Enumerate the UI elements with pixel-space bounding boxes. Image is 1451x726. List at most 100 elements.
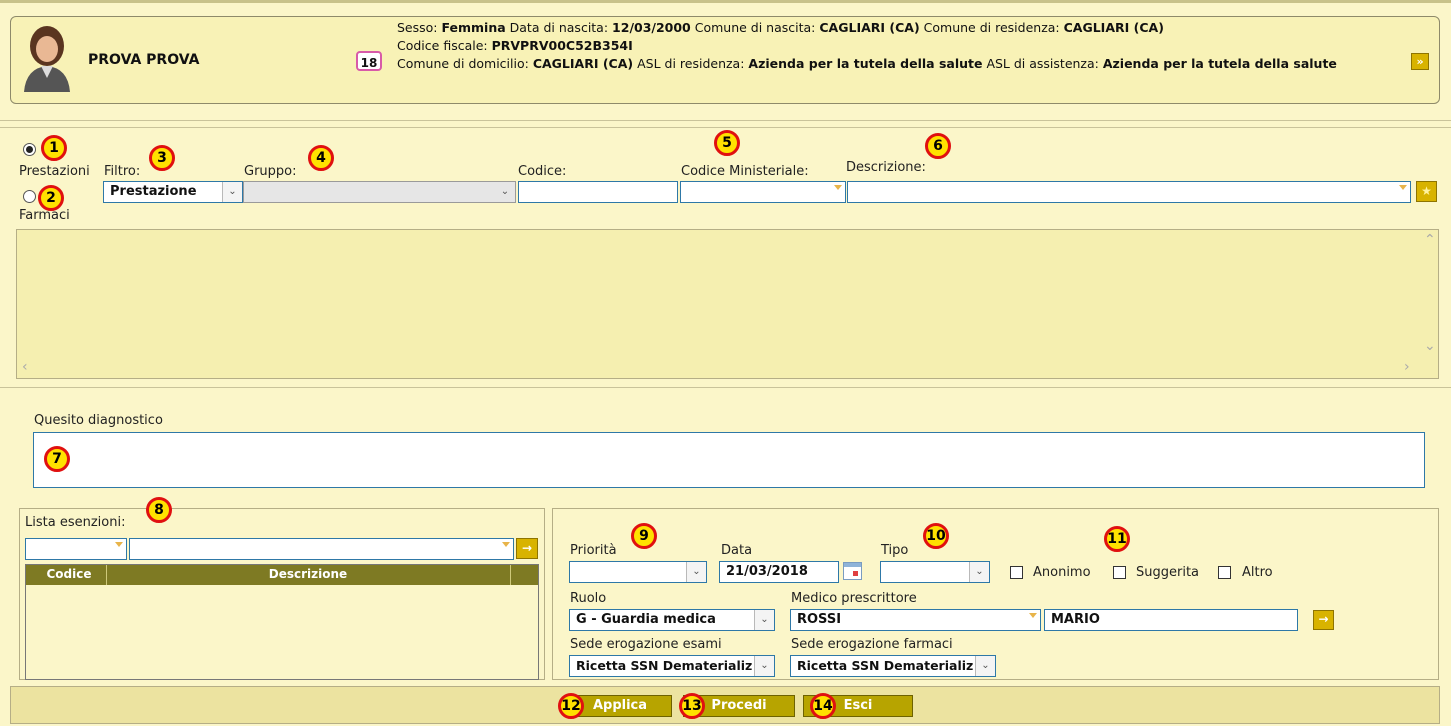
patient-name: PROVA PROVA	[88, 52, 200, 68]
codice-ministeriale-input[interactable]	[680, 181, 846, 203]
cf-value: PRVPRV00C52B354I	[491, 38, 633, 53]
calendar-icon[interactable]	[843, 562, 862, 580]
annotation-badge-12: 12	[558, 693, 584, 719]
data-label: Data	[721, 543, 753, 558]
quesito-textarea[interactable]	[33, 432, 1425, 488]
ruolo-label: Ruolo	[570, 591, 607, 606]
asl-res-label: ASL di residenza:	[633, 56, 749, 71]
sesso-label: Sesso:	[397, 20, 442, 35]
annotation-badge-1: 1	[41, 135, 67, 161]
radio-farmaci[interactable]	[23, 190, 36, 203]
descrizione-label: Descrizione:	[846, 160, 926, 175]
annotation-badge-3: 3	[149, 145, 175, 171]
chevron-down-icon: ⌄	[969, 562, 989, 582]
gruppo-label: Gruppo:	[244, 164, 297, 179]
anonimo-label: Anonimo	[1033, 565, 1091, 580]
chevron-down-icon: ⌄	[754, 656, 774, 676]
filtro-select[interactable]: Prestazione ⌄	[103, 181, 243, 203]
scroll-down-icon[interactable]: ⌄	[1424, 338, 1436, 354]
asl-res-value: Azienda per la tutela della salute	[748, 56, 983, 71]
annotation-badge-11: 11	[1104, 526, 1130, 552]
radio-prestazioni[interactable]	[23, 143, 36, 156]
chevron-down-icon: ⌄	[222, 182, 242, 202]
add-arrow-icon[interactable]: →	[516, 538, 538, 559]
asl-ass-value: Azienda per la tutela della salute	[1102, 56, 1337, 71]
autocomplete-icon	[115, 542, 123, 547]
results-list[interactable]	[16, 229, 1439, 379]
codice-input[interactable]	[518, 181, 678, 203]
altro-label: Altro	[1242, 565, 1273, 580]
sede-esami-select[interactable]: Ricetta SSN Dematerializ ⌄	[569, 655, 775, 677]
chevron-down-icon: ⌄	[686, 562, 706, 582]
filtro-value: Prestazione	[110, 184, 197, 199]
codice-ministeriale-label: Codice Ministeriale:	[681, 164, 809, 179]
domicilio-label: Comune di domicilio:	[397, 56, 533, 71]
descrizione-input[interactable]	[847, 181, 1411, 203]
esenzione-desc-input[interactable]	[129, 538, 514, 560]
scroll-up-icon[interactable]: ⌃	[1424, 232, 1436, 248]
column-divider	[510, 565, 511, 585]
ruolo-value: G - Guardia medica	[576, 612, 716, 627]
top-border	[0, 0, 1451, 3]
annotation-badge-2: 2	[38, 185, 64, 211]
age-badge: 18	[356, 51, 382, 71]
asl-ass-label: ASL di assistenza:	[982, 56, 1103, 71]
autocomplete-icon	[834, 185, 842, 190]
divider	[0, 127, 1451, 128]
radio-farmaci-label: Farmaci	[19, 208, 70, 223]
autocomplete-icon	[1399, 185, 1407, 190]
priorita-label: Priorità	[570, 543, 617, 558]
suggerita-label: Suggerita	[1136, 565, 1200, 580]
expand-button[interactable]: »	[1411, 53, 1429, 70]
column-codice: Codice	[46, 567, 92, 581]
ruolo-select[interactable]: G - Guardia medica ⌄	[569, 609, 775, 631]
suggerita-checkbox[interactable]	[1113, 566, 1126, 579]
star-favorite-icon[interactable]: ★	[1416, 181, 1437, 202]
altro-checkbox[interactable]	[1218, 566, 1231, 579]
chevron-down-icon: ⌄	[975, 656, 995, 676]
annotation-badge-6: 6	[925, 133, 951, 159]
data-value: 21/03/2018	[726, 564, 808, 579]
medico-label: Medico prescrittore	[791, 591, 917, 606]
annotation-badge-7: 7	[44, 446, 70, 472]
sede-farmaci-select[interactable]: Ricetta SSN Dematerializ ⌄	[790, 655, 996, 677]
esenzioni-label: Lista esenzioni:	[25, 515, 126, 530]
quesito-label: Quesito diagnostico	[34, 413, 163, 428]
annotation-badge-4: 4	[308, 145, 334, 171]
tipo-select[interactable]: ⌄	[880, 561, 990, 583]
radio-prestazioni-label: Prestazioni	[19, 164, 90, 179]
data-input[interactable]: 21/03/2018	[719, 561, 839, 583]
annotation-badge-9: 9	[631, 523, 657, 549]
annotation-badge-10: 10	[923, 523, 949, 549]
medico-nome-value: MARIO	[1051, 612, 1100, 627]
patient-avatar	[20, 22, 74, 92]
domicilio-value: CAGLIARI (CA)	[532, 56, 634, 71]
anonimo-checkbox[interactable]	[1010, 566, 1023, 579]
sesso-value: Femmina	[441, 20, 506, 35]
nascita-value: 12/03/2000	[612, 20, 691, 35]
annotation-badge-14: 14	[810, 693, 836, 719]
column-descrizione: Descrizione	[268, 567, 348, 581]
sede-farmaci-value: Ricetta SSN Dematerializ	[797, 658, 974, 673]
medico-cognome-input[interactable]: ROSSI	[790, 609, 1041, 631]
tipo-label: Tipo	[881, 543, 909, 558]
divider	[0, 120, 1451, 121]
chevron-down-icon: ⌄	[754, 610, 774, 630]
patient-info: Sesso: Femmina Data di nascita: 12/03/20…	[397, 19, 1407, 73]
priorita-select[interactable]: ⌄	[569, 561, 707, 583]
gruppo-select[interactable]: ⌄	[243, 181, 516, 203]
cf-label: Codice fiscale:	[397, 38, 492, 53]
comune-nascita-label: Comune di nascita:	[690, 20, 820, 35]
scroll-left-icon[interactable]: ‹	[22, 359, 28, 375]
annotation-badge-8: 8	[146, 497, 172, 523]
medico-nome-input[interactable]: MARIO	[1044, 609, 1298, 631]
medico-arrow-icon[interactable]: →	[1313, 610, 1334, 630]
autocomplete-icon	[502, 542, 510, 547]
esenzione-code-input[interactable]	[25, 538, 127, 560]
sede-esami-value: Ricetta SSN Dematerializ	[576, 658, 753, 673]
filtro-label: Filtro:	[104, 164, 141, 179]
comune-residenza-label: Comune di residenza:	[919, 20, 1064, 35]
sede-esami-label: Sede erogazione esami	[570, 637, 722, 652]
annotation-badge-5: 5	[714, 130, 740, 156]
scroll-right-icon[interactable]: ›	[1404, 359, 1410, 375]
